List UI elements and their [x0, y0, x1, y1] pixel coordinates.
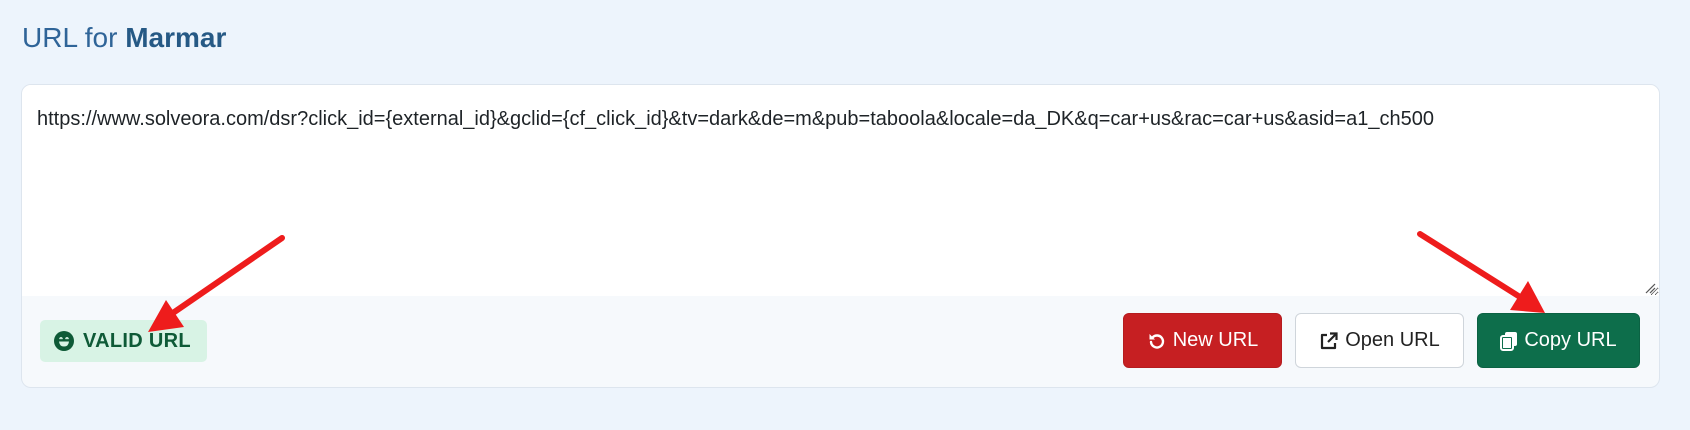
new-url-button[interactable]: New URL — [1123, 313, 1282, 368]
smile-icon — [54, 331, 74, 351]
page-title-brand: Marmar — [125, 22, 227, 53]
status-badge: VALID URL — [40, 320, 207, 362]
status-label: VALID URL — [83, 329, 191, 352]
page-title: URL for Marmar — [22, 22, 226, 54]
url-textarea[interactable]: https://www.solveora.com/dsr?click_id={e… — [22, 85, 1659, 296]
external-link-icon — [1319, 331, 1339, 351]
copy-url-button[interactable]: Copy URL — [1477, 313, 1640, 368]
undo-icon — [1147, 331, 1167, 351]
new-url-label: New URL — [1172, 329, 1259, 351]
copy-url-label: Copy URL — [1524, 329, 1617, 351]
page-title-prefix: URL for — [22, 22, 118, 53]
open-url-button[interactable]: Open URL — [1295, 313, 1464, 368]
copy-icon — [1500, 331, 1518, 351]
url-panel: https://www.solveora.com/dsr?click_id={e… — [21, 84, 1660, 388]
resize-handle-icon[interactable] — [1644, 282, 1656, 294]
open-url-label: Open URL — [1345, 329, 1440, 351]
